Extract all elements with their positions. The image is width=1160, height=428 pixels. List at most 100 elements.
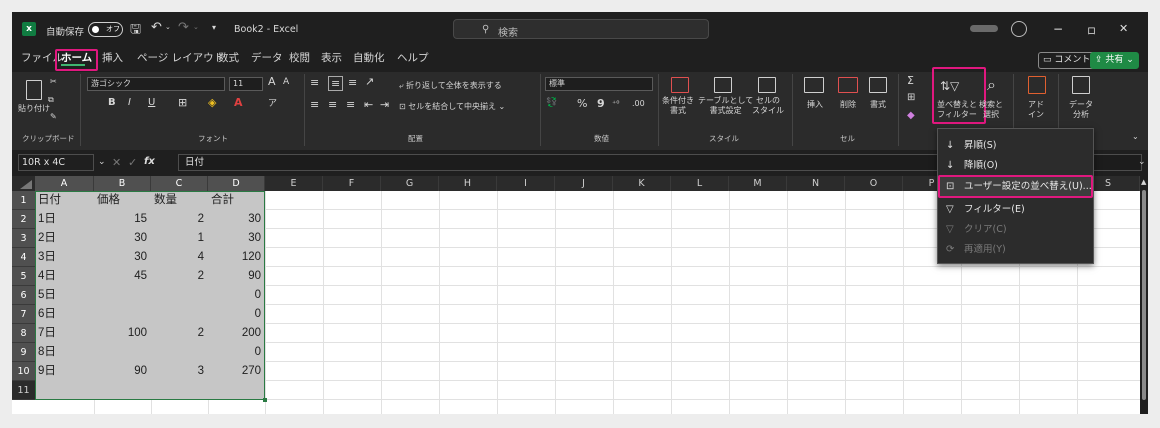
- search-box[interactable]: ⚲ 検索: [453, 19, 709, 39]
- comma-style-button[interactable]: 9: [597, 97, 605, 110]
- cell[interactable]: 90: [208, 267, 261, 286]
- tab-formulas[interactable]: 数式: [218, 50, 239, 65]
- cell[interactable]: 200: [208, 324, 261, 343]
- scrollbar-thumb[interactable]: [1142, 190, 1146, 400]
- collapse-ribbon-icon[interactable]: ⌄: [1132, 132, 1139, 141]
- data-analysis-icon[interactable]: [1072, 76, 1090, 94]
- scroll-up-icon[interactable]: ▲: [1141, 178, 1146, 186]
- column-header-k[interactable]: K: [613, 176, 671, 191]
- cell[interactable]: 0: [208, 286, 261, 305]
- row-header-8[interactable]: 8: [12, 324, 35, 343]
- shrink-font-button[interactable]: A: [283, 77, 289, 87]
- column-header-g[interactable]: G: [381, 176, 439, 191]
- cell[interactable]: 1: [151, 229, 204, 248]
- grow-font-button[interactable]: A: [268, 75, 276, 88]
- row-header-7[interactable]: 7: [12, 305, 35, 324]
- comment-button[interactable]: ▭ コメント: [1038, 52, 1096, 69]
- cell[interactable]: 2: [151, 210, 204, 229]
- paste-icon[interactable]: [26, 80, 42, 100]
- cell[interactable]: 2日: [38, 229, 56, 248]
- delete-cells-icon[interactable]: [838, 77, 858, 93]
- decrease-decimal-icon[interactable]: .00: [632, 99, 645, 108]
- column-header-l[interactable]: L: [671, 176, 729, 191]
- orientation-icon[interactable]: ↗: [365, 75, 374, 88]
- cell[interactable]: 90: [94, 362, 147, 381]
- fill-icon[interactable]: ⊞: [907, 92, 915, 103]
- increase-decimal-icon[interactable]: ⁺⁰: [612, 99, 619, 108]
- font-color-icon[interactable]: A: [234, 96, 243, 109]
- cell[interactable]: 1日: [38, 210, 56, 229]
- column-header-j[interactable]: J: [555, 176, 613, 191]
- find-icon[interactable]: ⌕: [987, 75, 996, 95]
- cell[interactable]: 30: [94, 229, 147, 248]
- row-header-9[interactable]: 9: [12, 343, 35, 362]
- cell[interactable]: 7日: [38, 324, 56, 343]
- cell[interactable]: 4: [151, 248, 204, 267]
- close-button[interactable]: ✕: [1119, 22, 1128, 35]
- customize-qat-icon[interactable]: ▾: [212, 23, 216, 32]
- decrease-indent-icon[interactable]: ⇤: [364, 98, 373, 111]
- column-header-a[interactable]: A: [35, 176, 94, 191]
- cell[interactable]: 0: [208, 343, 261, 362]
- clear-icon[interactable]: ◆: [907, 110, 915, 121]
- column-header-f[interactable]: F: [323, 176, 381, 191]
- find-select-button[interactable]: 検索と 選択: [979, 100, 1003, 120]
- column-header-e[interactable]: E: [265, 176, 323, 191]
- cell[interactable]: 30: [208, 210, 261, 229]
- row-header-6[interactable]: 6: [12, 286, 35, 305]
- cell[interactable]: 8日: [38, 343, 56, 362]
- cell[interactable]: 3日: [38, 248, 56, 267]
- tab-view[interactable]: 表示: [321, 50, 342, 65]
- font-size-select[interactable]: 11: [229, 77, 263, 91]
- save-icon[interactable]: 🖫: [130, 20, 141, 42]
- align-middle-icon[interactable]: ≡: [328, 76, 344, 91]
- tab-insert[interactable]: 挿入: [102, 50, 123, 65]
- cell[interactable]: 3: [151, 362, 204, 381]
- column-header-m[interactable]: M: [729, 176, 787, 191]
- font-name-select[interactable]: 游ゴシック: [87, 77, 225, 91]
- column-header-c[interactable]: C: [151, 176, 208, 191]
- wrap-text-button[interactable]: ⤶ 折り返して全体を表示する: [399, 80, 502, 91]
- addins-icon[interactable]: [1028, 76, 1046, 94]
- fill-handle[interactable]: [263, 398, 267, 402]
- minimize-button[interactable]: −: [1053, 22, 1063, 36]
- name-box-dropdown-icon[interactable]: ⌄: [98, 157, 106, 167]
- undo-icon[interactable]: ↶: [151, 20, 162, 35]
- cell[interactable]: 2: [151, 267, 204, 286]
- row-header-11[interactable]: 11: [12, 381, 35, 400]
- fill-color-icon[interactable]: ◈: [208, 96, 216, 109]
- avatar[interactable]: [1011, 21, 1027, 37]
- align-center-icon[interactable]: ≡: [328, 98, 337, 111]
- currency-icon[interactable]: 💱: [546, 98, 557, 108]
- format-cells-icon[interactable]: [869, 77, 887, 93]
- menu-item-filter[interactable]: ▽ フィルター(E): [938, 200, 1093, 219]
- bold-button[interactable]: B: [108, 97, 116, 108]
- column-header-d[interactable]: D: [208, 176, 265, 191]
- menu-item-sort-ascending[interactable]: ↓ 昇順(S): [938, 136, 1093, 155]
- align-top-icon[interactable]: ≡: [310, 76, 319, 89]
- conditional-format-icon[interactable]: [671, 77, 689, 93]
- cell-header[interactable]: 価格: [97, 191, 120, 210]
- increase-indent-icon[interactable]: ⇥: [380, 98, 389, 111]
- tab-page-layout[interactable]: ページ レイアウト: [137, 50, 224, 65]
- row-header-5[interactable]: 5: [12, 267, 35, 286]
- column-header-h[interactable]: H: [439, 176, 497, 191]
- cell[interactable]: 15: [94, 210, 147, 229]
- insert-cells-icon[interactable]: [804, 77, 824, 93]
- column-header-n[interactable]: N: [787, 176, 845, 191]
- insert-function-button[interactable]: fx: [144, 156, 155, 167]
- addins-button[interactable]: アド イン: [1028, 100, 1044, 120]
- delete-cells-button[interactable]: 削除: [840, 100, 856, 110]
- restore-button[interactable]: ロ: [1087, 24, 1096, 37]
- cell[interactable]: 45: [94, 267, 147, 286]
- tab-data[interactable]: データ: [251, 50, 283, 65]
- format-as-table-button[interactable]: テーブルとして 書式設定: [698, 96, 753, 116]
- cell[interactable]: 5日: [38, 286, 56, 305]
- tab-automate[interactable]: 自動化: [353, 50, 385, 65]
- paste-button[interactable]: 貼り付け: [18, 104, 50, 114]
- account-name[interactable]: [970, 25, 998, 32]
- cell[interactable]: 270: [208, 362, 261, 381]
- insert-cells-button[interactable]: 挿入: [807, 100, 823, 110]
- cell[interactable]: 100: [94, 324, 147, 343]
- cut-icon[interactable]: ✂: [50, 77, 57, 86]
